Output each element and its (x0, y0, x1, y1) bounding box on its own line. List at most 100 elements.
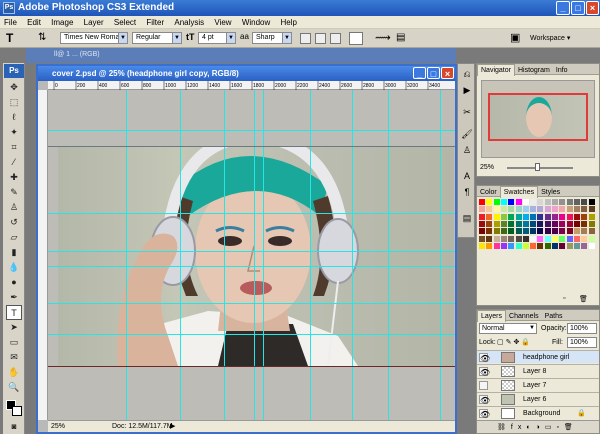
tab-channels[interactable]: Channels (506, 311, 542, 322)
color-swatch[interactable] (500, 213, 507, 220)
shape-tool-icon[interactable]: ▭ (6, 335, 22, 350)
healing-brush-icon[interactable]: ✚ (6, 170, 22, 185)
color-swatch[interactable] (515, 206, 522, 213)
color-swatch[interactable] (559, 228, 566, 235)
magic-wand-icon[interactable]: ✦ (6, 125, 22, 140)
color-swatch[interactable] (573, 220, 580, 227)
tab-paths[interactable]: Paths (542, 311, 566, 322)
character-icon[interactable]: A (461, 170, 473, 182)
path-selection-icon[interactable]: ➤ (6, 320, 22, 335)
color-swatch[interactable] (537, 228, 544, 235)
color-swatch[interactable] (559, 235, 566, 242)
fill-input[interactable]: 100% (567, 337, 597, 348)
marquee-tool-icon[interactable]: ⬚ (6, 95, 22, 110)
color-swatch[interactable] (522, 213, 529, 220)
color-swatch[interactable] (537, 242, 544, 249)
color-swatch[interactable] (486, 220, 493, 227)
color-swatch[interactable] (559, 213, 566, 220)
color-swatch[interactable] (493, 235, 500, 242)
color-swatch[interactable] (537, 213, 544, 220)
menu-select[interactable]: Select (110, 16, 140, 29)
dodge-tool-icon[interactable]: ● (6, 275, 22, 290)
doc-close-button[interactable]: × (441, 67, 454, 79)
align-right-icon[interactable] (330, 33, 341, 44)
color-swatch[interactable] (479, 228, 485, 235)
color-swatch[interactable] (486, 206, 493, 213)
color-swatch[interactable] (479, 235, 485, 242)
color-swatch[interactable] (544, 206, 551, 213)
color-swatch[interactable] (552, 235, 558, 242)
color-swatch[interactable] (486, 228, 493, 235)
color-swatch[interactable] (508, 228, 515, 235)
doc-maximize-button[interactable]: □ (427, 67, 440, 79)
color-swatch[interactable] (522, 199, 529, 205)
background-document-tab[interactable]: ll@ 1 ... (RGB) (26, 48, 456, 63)
color-swatch[interactable] (479, 199, 485, 205)
guide-horizontal[interactable] (48, 251, 455, 252)
clone-source-icon[interactable]: ♙ (461, 144, 473, 156)
color-swatch[interactable] (573, 242, 580, 249)
guide-horizontal[interactable] (48, 266, 455, 267)
color-swatch[interactable] (552, 242, 558, 249)
gradient-tool-icon[interactable]: ▮ (6, 245, 22, 260)
menu-image[interactable]: Image (47, 16, 77, 29)
hand-tool-icon[interactable]: ✋ (6, 365, 22, 380)
move-tool-icon[interactable]: ✥ (6, 80, 22, 95)
color-swatch[interactable] (544, 235, 551, 242)
notes-tool-icon[interactable]: ✉ (6, 350, 22, 365)
doc-minimize-button[interactable]: _ (413, 67, 426, 79)
color-swatch[interactable] (515, 220, 522, 227)
color-swatch[interactable] (552, 199, 558, 205)
clone-stamp-icon[interactable]: ♙ (6, 200, 22, 215)
color-swatch[interactable] (500, 199, 507, 205)
antialias-select[interactable]: Sharp ▼ (252, 32, 292, 44)
align-left-icon[interactable] (300, 33, 311, 44)
image-canvas[interactable] (48, 90, 455, 420)
guide-vertical[interactable] (352, 90, 353, 420)
color-swatch[interactable] (530, 220, 537, 227)
navigator-zoom[interactable]: 25% (480, 164, 494, 171)
tab-info[interactable]: Info (553, 65, 571, 76)
color-swatch[interactable] (588, 220, 595, 227)
fx-icon[interactable]: fx (511, 424, 526, 431)
minimize-button[interactable]: _ (556, 1, 570, 15)
eyedropper-icon[interactable]: ⁄ (6, 155, 22, 170)
crop-tool-icon[interactable]: ⌗ (6, 140, 22, 155)
guide-horizontal[interactable] (48, 130, 455, 131)
color-swatch[interactable] (508, 242, 515, 249)
color-swatch[interactable] (566, 235, 573, 242)
color-swatch[interactable] (588, 235, 595, 242)
type-tool-icon[interactable]: T (6, 31, 13, 45)
delete-swatch-icon[interactable]: 🗑 (579, 295, 588, 303)
color-swatch[interactable] (581, 242, 588, 249)
color-swatch[interactable] (493, 228, 500, 235)
menu-file[interactable]: File (0, 16, 21, 29)
eye-icon[interactable]: 👁 (479, 395, 490, 405)
guide-vertical[interactable] (440, 90, 441, 420)
color-swatch[interactable] (522, 242, 529, 249)
font-family-select[interactable]: Times New Roman ▼ (60, 32, 128, 44)
menu-window[interactable]: Window (238, 16, 274, 29)
color-swatch[interactable] (573, 228, 580, 235)
color-swatch[interactable] (559, 220, 566, 227)
document-title-bar[interactable]: cover 2.psd @ 25% (headphone girl copy, … (38, 66, 455, 81)
color-swatch[interactable] (544, 199, 551, 205)
color-swatch[interactable] (486, 242, 493, 249)
color-swatch[interactable] (544, 242, 551, 249)
paragraph-icon[interactable]: ¶ (461, 186, 473, 198)
color-swatch[interactable] (508, 206, 515, 213)
color-swatch[interactable] (566, 213, 573, 220)
zoom-level[interactable]: 25% (51, 421, 65, 433)
link-layers-icon[interactable]: ⛓ (497, 424, 511, 431)
color-swatch[interactable] (537, 206, 544, 213)
layer-row-headphone-girl[interactable]: 👁 headphone girl (477, 350, 599, 363)
color-swatch[interactable] (537, 199, 544, 205)
menu-help[interactable]: Help (277, 16, 301, 29)
zoom-tool-icon[interactable]: 🔍 (6, 380, 22, 395)
color-swatch[interactable] (479, 220, 485, 227)
navigator-zoom-slider[interactable] (507, 167, 573, 169)
color-swatch[interactable] (573, 206, 580, 213)
color-swatch[interactable] (522, 228, 529, 235)
color-swatch[interactable] (588, 213, 595, 220)
guide-vertical[interactable] (180, 90, 181, 420)
